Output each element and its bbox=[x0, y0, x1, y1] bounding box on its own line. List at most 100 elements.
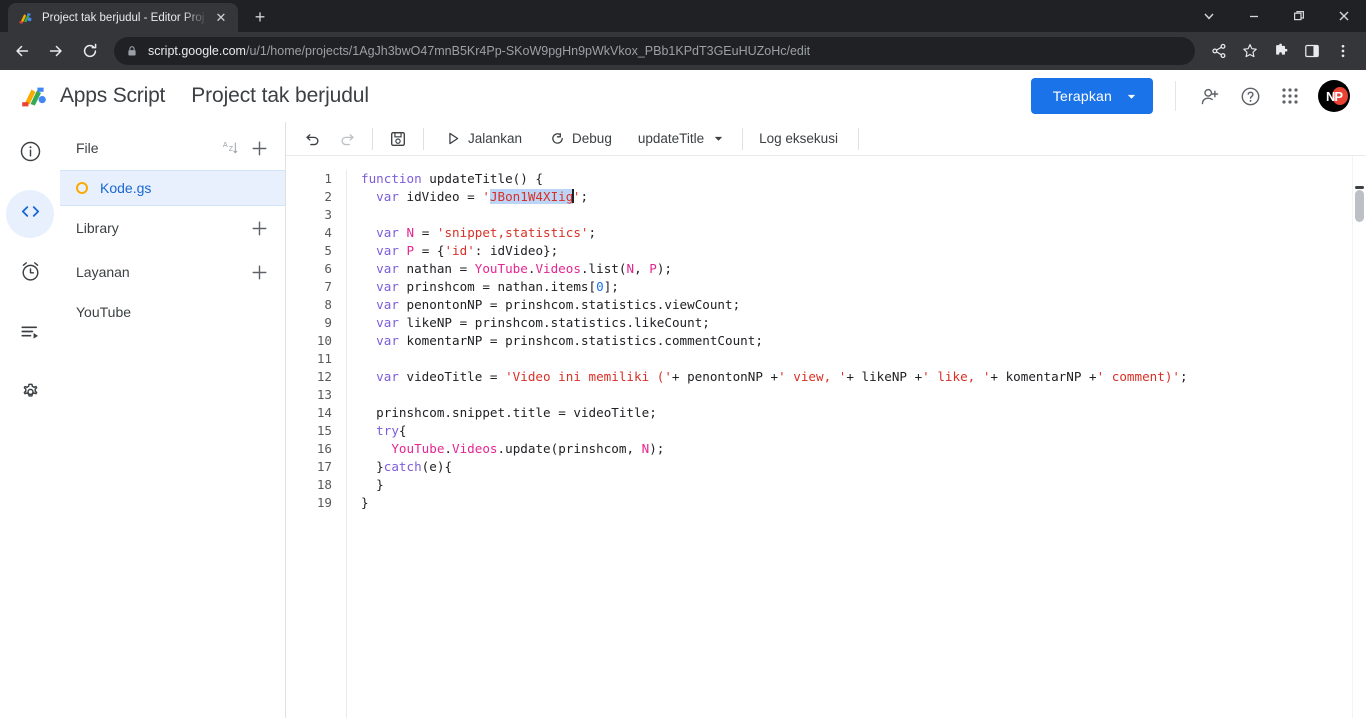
app-body: File A Z Kode.gs Library Layanan YouTube… bbox=[0, 122, 1366, 718]
line-number: 5 bbox=[324, 243, 332, 258]
services-panel-header: Layanan bbox=[60, 250, 285, 294]
line-number: 13 bbox=[316, 387, 332, 402]
share-icon[interactable] bbox=[1204, 37, 1234, 65]
code-line: try{ bbox=[376, 423, 407, 438]
help-icon[interactable] bbox=[1230, 76, 1270, 116]
minimize-icon[interactable] bbox=[1231, 0, 1276, 32]
run-button[interactable]: Jalankan bbox=[438, 124, 530, 154]
side-panel-icon[interactable] bbox=[1297, 37, 1327, 65]
code-line: }catch(e){ bbox=[361, 459, 453, 474]
services-panel-title: Layanan bbox=[76, 264, 130, 280]
app-header-actions: Terapkan NP bbox=[1030, 76, 1350, 116]
execution-log-label: Log eksekusi bbox=[759, 131, 838, 146]
new-tab-button[interactable]: + bbox=[246, 3, 274, 31]
line-number: 2 bbox=[324, 189, 332, 204]
app-header: Apps Script Project tak berjudul Terapka… bbox=[0, 70, 1366, 122]
code-brackets-icon bbox=[19, 200, 42, 228]
add-people-icon[interactable] bbox=[1190, 76, 1230, 116]
add-file-icon[interactable] bbox=[245, 134, 273, 162]
code-line: var penontonNP = prinshcom.statistics.vi… bbox=[376, 297, 741, 312]
code-line: function updateTitle() { bbox=[361, 171, 544, 186]
debug-bug-icon bbox=[550, 131, 565, 146]
editor-column: Jalankan Debug updateTitle Log eksekusi … bbox=[286, 122, 1366, 718]
list-item[interactable]: YouTube bbox=[60, 294, 285, 330]
code-content[interactable]: function updateTitle() { var idVideo = '… bbox=[346, 170, 1352, 718]
line-number: 16 bbox=[316, 441, 332, 456]
undo-icon[interactable] bbox=[296, 124, 330, 154]
window-close-icon[interactable] bbox=[1321, 0, 1366, 32]
file-panel-header: File A Z bbox=[60, 126, 285, 170]
sidebar-item-triggers[interactable] bbox=[6, 250, 54, 298]
toolbar-divider bbox=[742, 127, 744, 150]
file-name: Kode.gs bbox=[100, 180, 152, 196]
gs-file-icon bbox=[76, 182, 88, 194]
add-library-icon[interactable] bbox=[245, 214, 273, 242]
line-number: 12 bbox=[316, 369, 332, 384]
scrollbar-marker bbox=[1355, 186, 1364, 189]
left-nav-rail bbox=[0, 122, 60, 718]
browser-tab[interactable]: Project tak berjudul - Editor Proj ✕ bbox=[8, 3, 238, 32]
browser-window: Project tak berjudul - Editor Proj ✕ + s… bbox=[0, 0, 1366, 718]
toolbar-divider bbox=[423, 127, 424, 150]
sidebar-item-editor[interactable] bbox=[6, 190, 54, 238]
avatar[interactable]: NP bbox=[1318, 80, 1350, 112]
forward-icon[interactable] bbox=[42, 37, 70, 65]
save-icon[interactable] bbox=[381, 124, 415, 154]
maximize-icon[interactable] bbox=[1276, 0, 1321, 32]
editor-vertical-scrollbar[interactable] bbox=[1352, 156, 1366, 718]
apps-script-favicon bbox=[18, 10, 34, 26]
apps-script-logo[interactable]: Apps Script bbox=[20, 83, 165, 109]
deploy-button[interactable]: Terapkan bbox=[1030, 78, 1153, 114]
address-bar[interactable]: script.google.com/u/1/home/projects/1AgJ… bbox=[114, 37, 1195, 65]
code-line: YouTube.Videos.update(prinshcom, N); bbox=[391, 441, 665, 456]
code-editor[interactable]: 1 2 3 4 5 6 7 8 9 10 11 12 13 14 15 16 17 18 19 function u… bbox=[286, 156, 1366, 718]
line-number: 17 bbox=[316, 459, 332, 474]
line-number: 1 bbox=[324, 171, 332, 186]
selected-code-text: JBon1W4XIig bbox=[489, 189, 574, 204]
sidebar-item-overview[interactable] bbox=[6, 130, 54, 178]
url-domain: script.google.com bbox=[148, 44, 246, 58]
executions-list-icon bbox=[19, 320, 42, 348]
line-number-gutter: 1 2 3 4 5 6 7 8 9 10 11 12 13 14 15 16 17 18 19 bbox=[286, 170, 346, 718]
bookmark-star-icon[interactable] bbox=[1235, 37, 1265, 65]
line-number: 6 bbox=[324, 261, 332, 276]
tab-search-icon[interactable] bbox=[1186, 0, 1231, 32]
chevron-down-icon[interactable] bbox=[1126, 91, 1137, 102]
scrollbar-thumb[interactable] bbox=[1355, 190, 1364, 222]
browser-toolbar-icons bbox=[1203, 37, 1358, 65]
function-select[interactable]: updateTitle bbox=[632, 124, 730, 154]
line-number: 8 bbox=[324, 297, 332, 312]
sidebar-item-settings[interactable] bbox=[6, 370, 54, 418]
alarm-clock-icon bbox=[19, 260, 42, 288]
reload-icon[interactable] bbox=[76, 37, 104, 65]
code-line: var likeNP = prinshcom.statistics.likeCo… bbox=[376, 315, 710, 330]
execution-log-button[interactable]: Log eksekusi bbox=[751, 124, 846, 154]
chrome-menu-icon[interactable] bbox=[1328, 37, 1358, 65]
line-number: 15 bbox=[316, 423, 332, 438]
back-icon[interactable] bbox=[8, 37, 36, 65]
sort-az-icon[interactable]: A Z bbox=[217, 134, 245, 162]
code-line: var komentarNP = prinshcom.statistics.co… bbox=[376, 333, 763, 348]
page-title[interactable]: Project tak berjudul bbox=[191, 84, 369, 108]
extensions-puzzle-icon[interactable] bbox=[1266, 37, 1296, 65]
code-line: var videoTitle = 'Video ini memiliki ('+… bbox=[376, 369, 1188, 384]
code-line: var N = 'snippet,statistics'; bbox=[376, 225, 597, 240]
list-item[interactable]: Kode.gs bbox=[60, 170, 285, 206]
sidebar-item-executions[interactable] bbox=[6, 310, 54, 358]
google-apps-grid-icon[interactable] bbox=[1270, 76, 1310, 116]
line-number: 4 bbox=[324, 225, 332, 240]
library-panel-header: Library bbox=[60, 206, 285, 250]
add-service-icon[interactable] bbox=[245, 258, 273, 286]
code-line: var nathan = YouTube.Videos.list(N, P); bbox=[376, 261, 672, 276]
file-panel-title: File bbox=[76, 140, 99, 156]
line-number: 10 bbox=[316, 333, 332, 348]
debug-button-label: Debug bbox=[572, 131, 612, 146]
close-icon[interactable]: ✕ bbox=[212, 9, 230, 27]
toolbar-divider bbox=[372, 127, 373, 150]
play-triangle-icon bbox=[446, 131, 461, 146]
debug-button[interactable]: Debug bbox=[542, 124, 620, 154]
toolbar-divider bbox=[857, 127, 859, 150]
line-number: 7 bbox=[324, 279, 332, 294]
redo-icon[interactable] bbox=[330, 124, 364, 154]
